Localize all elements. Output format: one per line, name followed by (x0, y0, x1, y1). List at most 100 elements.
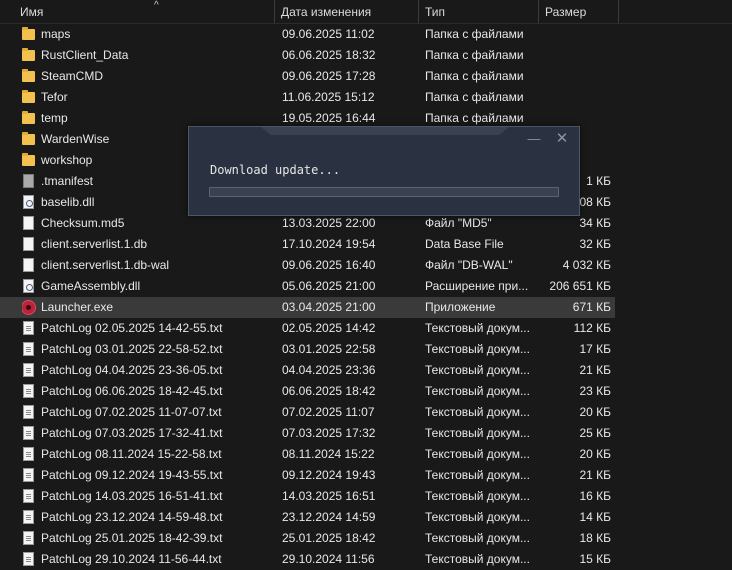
file-type: Текстовый докум... (425, 363, 530, 377)
file-date: 06.06.2025 18:42 (282, 384, 376, 398)
file-size: 20 КБ (579, 405, 611, 419)
file-date: 09.12.2024 19:43 (282, 468, 376, 482)
file-size: 23 КБ (579, 384, 611, 398)
file-name: client.serverlist.1.db (41, 237, 148, 251)
file-date: 05.06.2025 21:00 (282, 279, 376, 293)
column-header-name[interactable]: Имя ^ (14, 0, 275, 23)
file-size (540, 66, 611, 87)
file-row[interactable]: PatchLog 04.04.2025 23-36-05.txt 04.04.20… (0, 360, 615, 381)
download-status-text: Download update... (210, 163, 341, 177)
column-header-type[interactable]: Тип (419, 0, 539, 23)
file-name: Launcher.exe (41, 300, 114, 314)
column-header-size[interactable]: Размер (539, 0, 619, 23)
file-date: 08.11.2024 15:22 (282, 447, 375, 461)
file-type: Текстовый докум... (425, 384, 530, 398)
folder-icon (22, 153, 36, 168)
file-row[interactable]: Launcher.exe 03.04.2025 21:00 Приложение 67… (0, 297, 615, 318)
file-row[interactable]: PatchLog 06.06.2025 18-42-45.txt 06.06.20… (0, 381, 615, 402)
minimize-icon[interactable]: — (527, 132, 541, 147)
file-type: Текстовый докум... (425, 342, 530, 356)
file-row[interactable]: PatchLog 08.11.2024 15-22-58.txt 08.11.20… (0, 444, 615, 465)
column-header-size-label: Размер (545, 5, 587, 19)
file-size: 14 КБ (579, 510, 611, 524)
file-row[interactable]: SteamCMD 09.06.2025 17:28 Папка с файлами (0, 66, 615, 87)
file-date: 09.06.2025 16:40 (282, 258, 376, 272)
file-row[interactable]: PatchLog 14.03.2025 16-51-41.txt 14.03.20… (0, 486, 615, 507)
file-type: Data Base File (425, 237, 504, 251)
file-date: 07.03.2025 17:32 (282, 426, 376, 440)
file-date: 02.05.2025 14:42 (282, 321, 376, 335)
file-date: 03.01.2025 22:58 (282, 342, 376, 356)
dll-icon (22, 279, 36, 294)
file-name: PatchLog 09.12.2024 19-43-55.txt (41, 468, 223, 482)
file-type: Приложение (425, 300, 496, 314)
file-type: Расширение при... (425, 279, 529, 293)
txt-icon (22, 468, 36, 483)
txt-icon (22, 426, 36, 441)
file-row[interactable]: maps 09.06.2025 11:02 Папка с файлами (0, 24, 615, 45)
file-name: SteamCMD (41, 69, 104, 83)
file-row[interactable]: PatchLog 09.12.2024 19-43-55.txt 09.12.20… (0, 465, 615, 486)
file-date: 09.06.2025 17:28 (282, 69, 376, 83)
column-header-date[interactable]: Дата изменения (275, 0, 419, 23)
file-type: Текстовый докум... (425, 321, 530, 335)
file-size: 16 КБ (579, 489, 611, 503)
file-row[interactable]: PatchLog 07.02.2025 11-07-07.txt 07.02.20… (0, 402, 615, 423)
close-icon[interactable]: ✕ (555, 131, 569, 146)
file-row[interactable]: Checksum.md5 13.03.2025 22:00 Файл "MD5" 34… (0, 213, 615, 234)
file-name: PatchLog 07.03.2025 17-32-41.txt (41, 426, 223, 440)
file-name: Checksum.md5 (41, 216, 125, 230)
file-row[interactable]: GameAssembly.dll 05.06.2025 21:00 Расширен… (0, 276, 615, 297)
file-type: Текстовый докум... (425, 426, 530, 440)
file-type: Файл "MD5" (425, 216, 492, 230)
file-type: Текстовый докум... (425, 468, 530, 482)
txt-icon (22, 384, 36, 399)
file-row[interactable]: PatchLog 02.05.2025 14-42-55.txt 02.05.20… (0, 318, 615, 339)
file-size: 206 651 КБ (549, 279, 611, 293)
file-date: 11.06.2025 15:12 (282, 90, 375, 104)
file-date: 06.06.2025 18:32 (282, 48, 376, 62)
file-row[interactable]: PatchLog 25.01.2025 18-42-39.txt 25.01.20… (0, 528, 615, 549)
file-name: GameAssembly.dll (41, 279, 141, 293)
download-progress-bar (209, 187, 559, 197)
file-row[interactable]: client.serverlist.1.db 17.10.2024 19:54 Da… (0, 234, 615, 255)
txt-icon (22, 510, 36, 525)
file-name: RustClient_Data (41, 48, 129, 62)
file-size: 18 КБ (579, 531, 611, 545)
file-type: Текстовый докум... (425, 531, 530, 545)
file-size (540, 24, 611, 45)
file-name: PatchLog 25.01.2025 18-42-39.txt (41, 531, 223, 545)
file-size: 21 КБ (579, 468, 611, 482)
file-date: 03.04.2025 21:00 (282, 300, 376, 314)
file-name: client.serverlist.1.db-wal (41, 258, 170, 272)
txt-icon (22, 447, 36, 462)
dll-icon (22, 195, 36, 210)
file-row[interactable]: RustClient_Data 06.06.2025 18:32 Папка с ф… (0, 45, 615, 66)
file-row[interactable]: PatchLog 03.01.2025 22-58-52.txt 03.01.20… (0, 339, 615, 360)
column-header-date-label: Дата изменения (281, 5, 372, 19)
file-type: Папка с файлами (425, 48, 524, 62)
txt-icon (22, 321, 36, 336)
file-size: 21 КБ (579, 363, 611, 377)
file-name: PatchLog 03.01.2025 22-58-52.txt (41, 342, 223, 356)
file-type: Текстовый докум... (425, 405, 530, 419)
dialog-title-tab (261, 127, 509, 135)
txt-icon (22, 342, 36, 357)
file-name: PatchLog 06.06.2025 18-42-45.txt (41, 384, 223, 398)
file-row[interactable]: PatchLog 07.03.2025 17-32-41.txt 07.03.20… (0, 423, 615, 444)
file-icon (22, 258, 36, 273)
file-name: Tefor (41, 90, 68, 104)
file-size: 34 КБ (579, 216, 611, 230)
folder-icon (22, 90, 36, 105)
folder-icon (22, 48, 36, 63)
folder-icon (22, 111, 36, 126)
file-row[interactable]: Tefor 11.06.2025 15:12 Папка с файлами (0, 87, 615, 108)
folder-icon (22, 132, 36, 147)
file-name: PatchLog 04.04.2025 23-36-05.txt (41, 363, 223, 377)
app-icon (22, 300, 36, 315)
column-header-type-label: Тип (425, 5, 446, 19)
file-row[interactable]: client.serverlist.1.db-wal 09.06.2025 16:… (0, 255, 615, 276)
folder-icon (22, 69, 36, 84)
file-row[interactable]: PatchLog 23.12.2024 14-59-48.txt 23.12.20… (0, 507, 615, 528)
file-size: 4 032 КБ (562, 258, 611, 272)
